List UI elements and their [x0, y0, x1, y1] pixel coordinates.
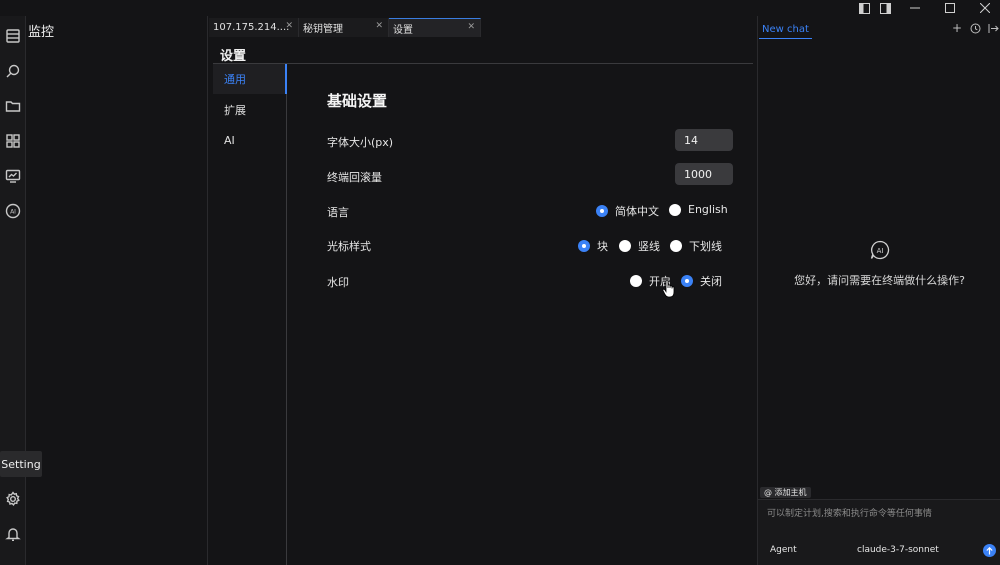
radio-label: 关闭 — [700, 275, 722, 288]
font-size-label: 字体大小(px) — [327, 136, 394, 149]
model-select[interactable]: claude-3-7-sonnet — [857, 545, 939, 555]
left-panel: 监控 — [27, 16, 208, 565]
ai-icon[interactable]: AI — [3, 201, 23, 221]
collapse-icon[interactable] — [986, 21, 1000, 35]
folder-icon[interactable] — [3, 96, 23, 116]
close-icon[interactable] — [973, 0, 997, 16]
font-size-input[interactable]: 14 — [675, 129, 733, 151]
tab-host[interactable]: 107.175.214.... ✕ — [209, 18, 299, 37]
plus-icon[interactable]: + — [950, 21, 964, 35]
cursor-style-label: 光标样式 — [327, 240, 371, 253]
settings-nav: 通用 扩展 AI — [213, 64, 287, 565]
arrow-up-icon — [986, 546, 993, 554]
scrollback-input[interactable]: 1000 — [675, 163, 733, 185]
radio-label: 竖线 — [638, 240, 660, 253]
language-radio-en[interactable]: English — [669, 203, 728, 216]
radio-label: English — [688, 203, 728, 216]
close-icon[interactable]: ✕ — [467, 22, 475, 32]
maximize-icon[interactable] — [938, 0, 962, 16]
app-window: AI Setting 监控 107.175.214.... ✕ 秘钥管理 ✕ 设… — [0, 0, 1000, 565]
radio-selected — [578, 240, 590, 252]
radio-unselected — [669, 203, 681, 216]
tab-new-chat[interactable]: New chat — [759, 20, 812, 39]
chat-input-box: Agent claude-3-7-sonnet — [758, 499, 1000, 565]
settings-nav-ai[interactable]: AI — [213, 125, 287, 155]
bell-icon[interactable] — [3, 524, 23, 544]
svg-text:AI: AI — [10, 209, 16, 216]
tooltip: Setting — [0, 451, 42, 477]
hosts-list-icon[interactable] — [3, 26, 23, 46]
chat-input[interactable] — [767, 506, 992, 522]
activity-bar: AI — [0, 16, 26, 565]
search-icon[interactable] — [3, 61, 23, 81]
settings-nav-extensions[interactable]: 扩展 — [213, 95, 287, 125]
panel-title: 监控 — [28, 25, 55, 40]
radio-selected — [596, 205, 608, 217]
cursor-style-radio-block[interactable]: 块 — [578, 238, 608, 254]
hand-cursor-icon — [662, 280, 675, 298]
divider — [213, 63, 753, 64]
cursor-style-radio-bar[interactable]: 竖线 — [619, 238, 660, 254]
watermark-label: 水印 — [327, 276, 349, 289]
tab-label: 107.175.214.... — [213, 22, 290, 33]
radio-label: 简体中文 — [615, 205, 659, 218]
send-button[interactable] — [983, 544, 996, 557]
settings-page: 设置 通用 扩展 AI 基础设置 字体大小(px) 14 终端回滚量 1000 … — [209, 37, 757, 565]
tab-key-management[interactable]: 秘钥管理 ✕ — [299, 18, 389, 37]
chat-panel: New chat + AI 您好，请问需要在终端做什么操作? @ 添加主机 Ag… — [757, 16, 1000, 565]
mode-select[interactable]: Agent — [770, 545, 797, 555]
tab-settings[interactable]: 设置 ✕ — [389, 18, 481, 37]
tab-bar: 107.175.214.... ✕ 秘钥管理 ✕ 设置 ✕ — [209, 18, 757, 37]
tab-label: 秘钥管理 — [303, 24, 343, 35]
watermark-radio-off[interactable]: 关闭 — [681, 273, 722, 289]
toggle-right-panel-icon[interactable] — [873, 0, 897, 16]
minimize-icon[interactable] — [903, 0, 927, 16]
tab-label: 设置 — [393, 24, 413, 36]
radio-unselected — [630, 275, 642, 287]
radio-unselected — [670, 240, 682, 252]
radio-label: 块 — [597, 240, 608, 253]
radio-label: 下划线 — [689, 240, 722, 253]
radio-unselected — [619, 240, 631, 252]
title-bar — [0, 0, 1000, 16]
language-label: 语言 — [327, 206, 349, 219]
close-icon[interactable]: ✕ — [375, 21, 383, 31]
scrollback-label: 终端回滚量 — [327, 171, 382, 184]
language-radio-zh[interactable]: 简体中文 — [596, 203, 659, 219]
svg-text:AI: AI — [877, 247, 884, 255]
section-title: 基础设置 — [327, 92, 388, 110]
apps-icon[interactable] — [3, 131, 23, 151]
cursor-style-radio-underline[interactable]: 下划线 — [670, 238, 722, 254]
ai-icon: AI — [870, 240, 890, 260]
settings-nav-general[interactable]: 通用 — [213, 64, 287, 94]
close-icon[interactable]: ✕ — [285, 21, 293, 31]
add-host-chip[interactable]: @ 添加主机 — [760, 487, 811, 498]
chat-welcome: 您好，请问需要在终端做什么操作? — [794, 274, 965, 287]
radio-selected — [681, 275, 693, 287]
history-icon[interactable] — [968, 21, 982, 35]
monitor-icon[interactable] — [3, 166, 23, 186]
gear-icon[interactable] — [3, 489, 23, 509]
page-title: 设置 — [220, 49, 247, 64]
